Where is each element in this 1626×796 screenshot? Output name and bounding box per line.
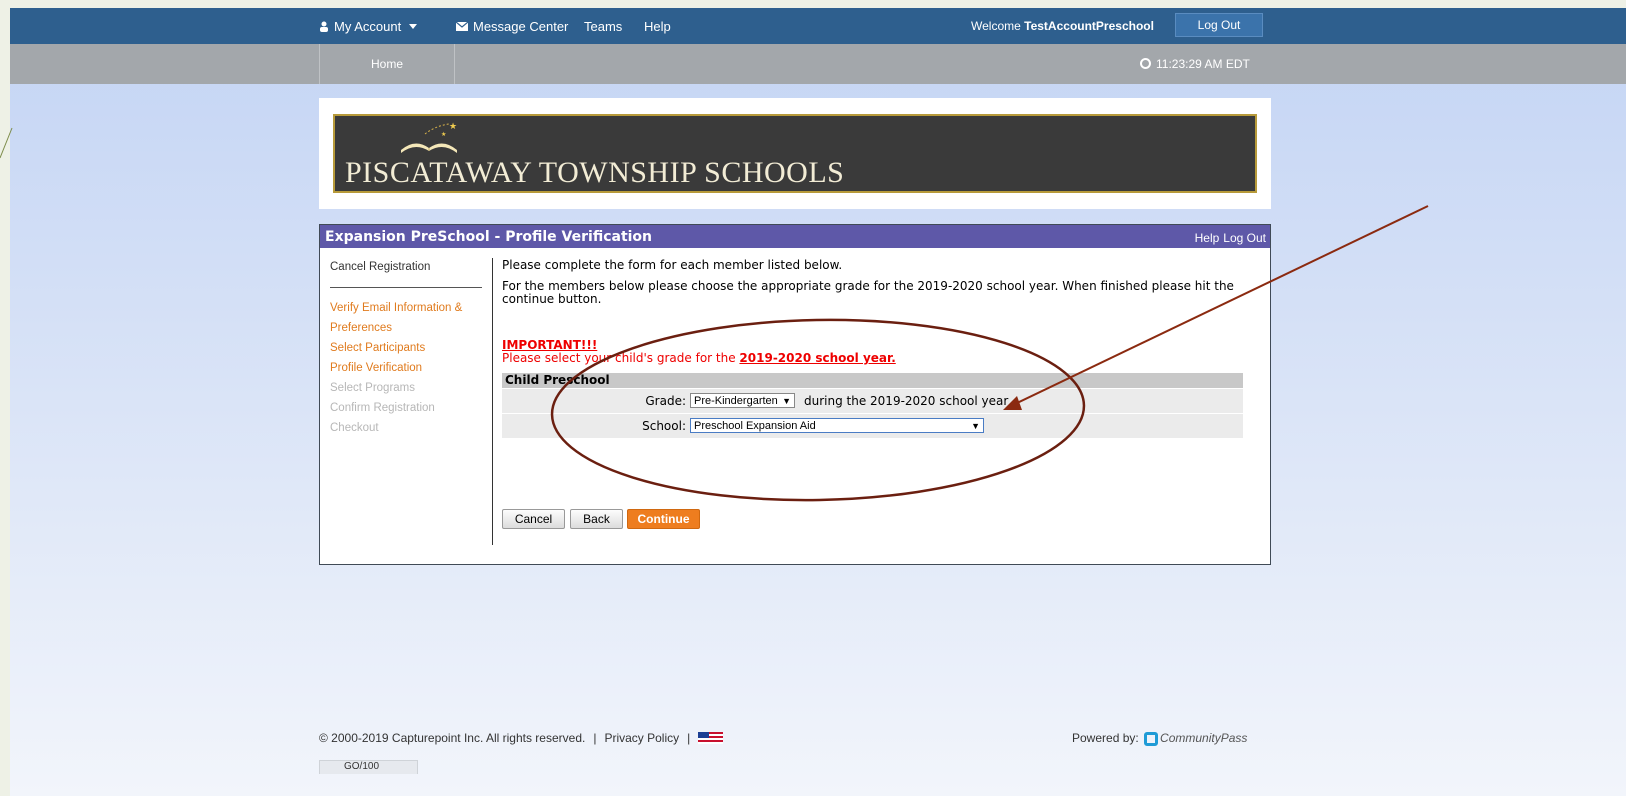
- panel-header: Expansion PreSchool - Profile Verificati…: [320, 225, 1270, 248]
- panel-help-link[interactable]: Help: [1195, 231, 1220, 245]
- top-navigation-bar: [10, 8, 1626, 44]
- username: TestAccountPreschool: [1024, 19, 1154, 33]
- vertical-divider: [492, 258, 493, 545]
- school-select[interactable]: Preschool Expansion Aid ▼: [690, 418, 984, 433]
- school-name: PISCATAWAY TOWNSHIP SCHOOLS: [345, 156, 845, 189]
- copyright-text: © 2000-2019 Capturepoint Inc. All rights…: [319, 731, 586, 745]
- server-clock: 11:23:29 AM EDT: [1140, 44, 1250, 84]
- svg-text:★: ★: [449, 121, 457, 131]
- my-account-menu[interactable]: My Account: [319, 8, 418, 44]
- step-checkout: Checkout: [330, 422, 379, 434]
- important-heading: IMPORTANT!!!: [502, 338, 598, 352]
- help-link[interactable]: Help: [644, 8, 671, 44]
- step-select-programs: Select Programs: [330, 382, 416, 394]
- open-book-logo: ★ ★: [401, 121, 457, 153]
- registration-steps-nav: Cancel Registration Verify Email Informa…: [330, 261, 482, 438]
- grade-selected-value: Pre-Kindergarten: [694, 395, 778, 407]
- message-center-label: Message Center: [473, 18, 569, 34]
- grade-select[interactable]: Pre-Kindergarten ▼: [690, 393, 795, 408]
- help-label: Help: [644, 18, 671, 34]
- communitypass-logo-icon: [1144, 731, 1159, 746]
- chevron-down-icon: ▼: [782, 396, 791, 406]
- tab-home[interactable]: Home: [319, 44, 455, 84]
- us-flag-icon[interactable]: [698, 731, 724, 744]
- step-select-participants[interactable]: Select Participants: [330, 338, 482, 358]
- footer-separator: |: [687, 731, 691, 745]
- grade-warning-prefix: Please select your child's grade for the: [502, 351, 740, 365]
- panel-title: Expansion PreSchool - Profile Verificati…: [325, 229, 653, 245]
- caret-down-icon: [409, 24, 418, 29]
- sub-navigation-bar: [10, 44, 1626, 84]
- continue-button[interactable]: Continue: [627, 509, 700, 529]
- footer-right: Powered by: CommunityPass: [1072, 731, 1247, 746]
- grade-warning: Please select your child's grade for the…: [502, 351, 896, 365]
- welcome-prefix: Welcome: [971, 19, 1025, 33]
- cancel-button[interactable]: Cancel: [502, 509, 565, 529]
- footer-separator: |: [593, 731, 597, 745]
- member-form-table: Child Preschool Grade: Pre-Kindergarten …: [502, 373, 1243, 438]
- message-center-link[interactable]: Message Center: [456, 8, 568, 44]
- welcome-message: Welcome TestAccountPreschool: [971, 8, 1154, 44]
- back-button[interactable]: Back: [570, 509, 623, 529]
- grade-row: Grade: Pre-Kindergarten ▼ during the 201…: [502, 388, 1243, 413]
- panel-logout-link[interactable]: Log Out: [1223, 231, 1266, 245]
- clock-icon: [1140, 58, 1151, 70]
- privacy-policy-link[interactable]: Privacy Policy: [604, 731, 679, 745]
- school-selected-value: Preschool Expansion Aid: [694, 420, 816, 432]
- powered-by-label: Powered by:: [1072, 731, 1139, 745]
- teams-link[interactable]: Teams: [584, 8, 622, 44]
- panel-header-links: Help Log Out: [1191, 231, 1266, 245]
- grade-warning-year: 2019-2020 school year.: [739, 351, 896, 365]
- grade-label: Grade:: [645, 394, 686, 408]
- svg-text:★: ★: [441, 131, 446, 138]
- teams-label: Teams: [584, 18, 623, 34]
- footer-badge: GO/100: [319, 760, 418, 774]
- school-row: School: Preschool Expansion Aid ▼: [502, 413, 1243, 438]
- clock-time: 11:23:29 AM EDT: [1156, 57, 1250, 71]
- school-label: School:: [642, 419, 686, 433]
- step-confirm-registration: Confirm Registration: [330, 402, 435, 414]
- my-account-label: My Account: [334, 18, 402, 34]
- communitypass-brand: CommunityPass: [1160, 731, 1248, 745]
- step-profile-verification[interactable]: Profile Verification: [330, 358, 482, 378]
- instructions-text: For the members below please choose the …: [502, 279, 1234, 306]
- user-icon: [320, 21, 328, 32]
- step-verify-email[interactable]: Verify Email Information & Preferences: [330, 298, 482, 338]
- grade-suffix-text: during the 2019-2020 school year: [804, 394, 1009, 408]
- intro-text: Please complete the form for each member…: [502, 258, 843, 272]
- envelope-icon: [456, 21, 468, 31]
- step-list: Verify Email Information & Preferences S…: [330, 298, 482, 438]
- footer-left: © 2000-2019 Capturepoint Inc. All rights…: [319, 731, 724, 745]
- logout-button[interactable]: Log Out: [1175, 13, 1263, 37]
- chevron-down-icon: ▼: [971, 421, 980, 431]
- cancel-registration-link[interactable]: Cancel Registration: [330, 261, 482, 288]
- school-banner: ★ ★ PISCATAWAY TOWNSHIP SCHOOLS: [333, 114, 1257, 193]
- registration-panel: Expansion PreSchool - Profile Verificati…: [319, 224, 1271, 565]
- member-name-row: Child Preschool: [502, 373, 1243, 388]
